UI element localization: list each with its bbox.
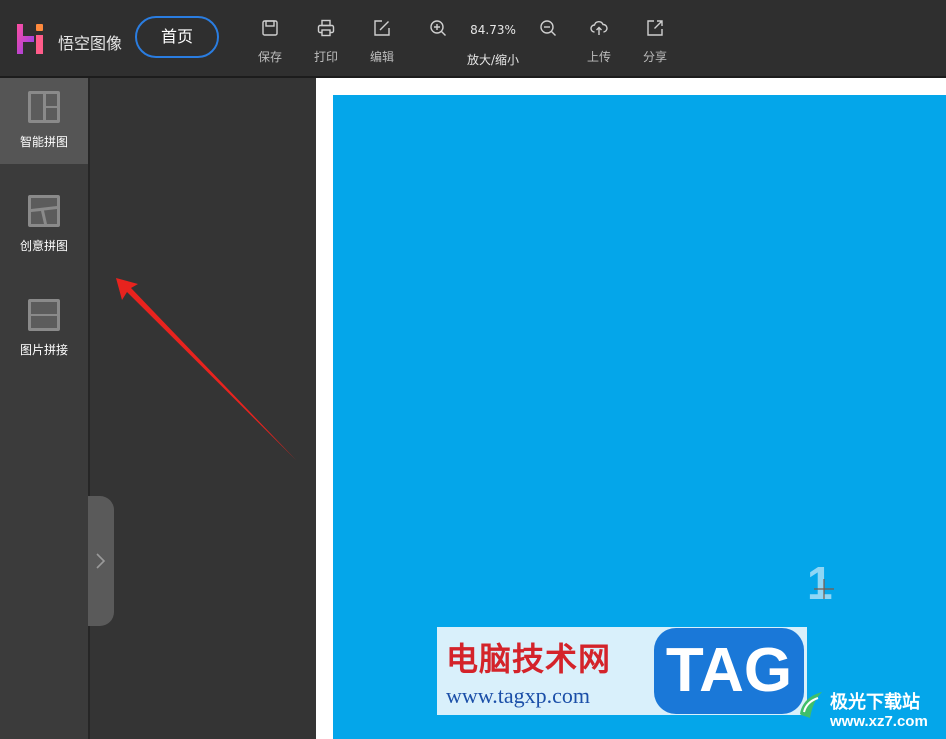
app-logo bbox=[17, 24, 43, 54]
zoom-value: 84.73% bbox=[470, 23, 516, 37]
sidebar-item-label: 图片拼接 bbox=[19, 343, 68, 357]
print-label: 打印 bbox=[313, 50, 338, 64]
printer-icon bbox=[317, 19, 335, 37]
home-button[interactable]: 首页 bbox=[135, 16, 219, 58]
app-name: 悟空图像 bbox=[58, 34, 123, 53]
aurora-download-logo bbox=[800, 692, 822, 718]
image-stitch-icon bbox=[28, 299, 60, 331]
sidebar-item-image-stitch[interactable]: 图片拼接 bbox=[0, 286, 88, 372]
watermark-title: 电脑技术网 bbox=[446, 640, 612, 678]
sidebar-item-label: 智能拼图 bbox=[19, 135, 68, 149]
zoom-out-icon[interactable] bbox=[538, 18, 558, 38]
top-toolbar: 悟空图像 首页 保存 打印 编辑 84.73% 放大/缩小 上传 分享 bbox=[0, 0, 946, 78]
edit-label: 编辑 bbox=[369, 50, 394, 64]
watermark-url: www.tagxp.com bbox=[446, 683, 590, 708]
annotation-arrow bbox=[116, 278, 296, 460]
watermark2-title: 极光下载站 bbox=[830, 692, 920, 713]
sidebar-item-smart-collage[interactable]: 智能拼图 bbox=[0, 78, 88, 164]
share-label: 分享 bbox=[642, 50, 667, 64]
share-icon bbox=[647, 20, 663, 36]
chevron-right-icon bbox=[96, 553, 106, 569]
zoom-control: 84.73% 放大/缩小 bbox=[420, 14, 570, 70]
edit-icon bbox=[374, 20, 390, 36]
sidebar: 智能拼图 创意拼图 图片拼接 bbox=[0, 78, 88, 739]
sidebar-item-creative-collage[interactable]: 创意拼图 bbox=[0, 182, 88, 268]
zoom-in-icon[interactable] bbox=[428, 18, 448, 38]
save-label: 保存 bbox=[257, 50, 282, 64]
sidebar-item-label: 创意拼图 bbox=[19, 239, 68, 253]
upload-button[interactable]: 上传 bbox=[571, 14, 627, 65]
share-button[interactable]: 分享 bbox=[627, 14, 683, 65]
zoom-label: 放大/缩小 bbox=[466, 53, 520, 67]
edit-button[interactable]: 编辑 bbox=[354, 14, 410, 65]
save-icon bbox=[262, 20, 278, 36]
creative-collage-icon bbox=[28, 195, 60, 227]
crosshair-icon bbox=[814, 579, 834, 599]
panel-collapse-handle[interactable] bbox=[88, 496, 114, 626]
watermark-tag-logo: TAG bbox=[654, 628, 804, 714]
watermark2-url: www.xz7.com bbox=[830, 713, 928, 730]
smart-collage-icon bbox=[28, 91, 60, 123]
print-button[interactable]: 打印 bbox=[298, 14, 354, 65]
save-button[interactable]: 保存 bbox=[242, 14, 298, 65]
upload-label: 上传 bbox=[586, 50, 611, 64]
cloud-upload-icon bbox=[590, 21, 608, 35]
